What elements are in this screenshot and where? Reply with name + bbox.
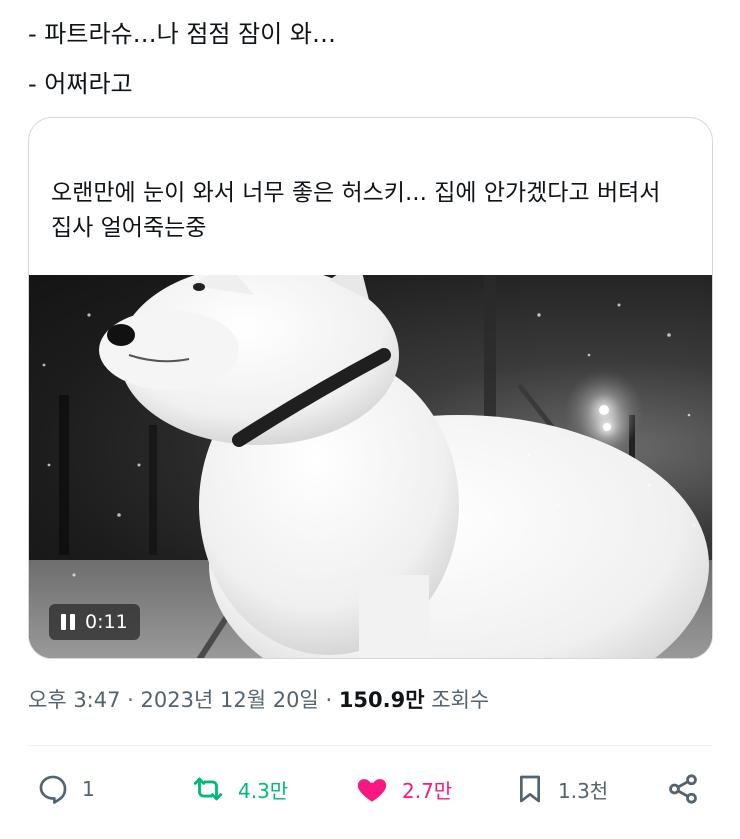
retweet-count: 4.3만 (238, 778, 289, 803)
tweet-line: - 어쩌라고 (28, 70, 133, 98)
bookmark-count: 1.3천 (558, 778, 609, 803)
tweet-date[interactable]: 2023년 12월 20일 (141, 688, 319, 712)
quoted-tweet-line: 오랜만에 눈이 와서 너무 좋은 허스키... 집에 안가겠다고 버텨서 (51, 180, 661, 206)
reply-button[interactable]: 1 (36, 766, 95, 812)
like-count: 2.7만 (402, 778, 453, 803)
bookmark-button[interactable]: 1.3천 (514, 766, 608, 812)
views-count: 150.9만 (338, 688, 425, 712)
tweet-text: - 파트라슈…나 점점 잠이 와… - 어쩌라고 (28, 16, 718, 102)
share-icon (669, 774, 697, 804)
views-label: 조회수 (431, 688, 490, 712)
tweet-meta: 오후 3:47 · 2023년 12월 20일 · 150.9만 조회수 (28, 684, 489, 714)
snow-dog-video-frame (29, 275, 712, 658)
retweet-icon (193, 777, 223, 801)
divider (28, 745, 713, 746)
tweet-time[interactable]: 오후 3:47 (28, 688, 120, 712)
tweet-line: - 파트라슈…나 점점 잠이 와… (28, 20, 336, 48)
pause-button[interactable]: 0:11 (49, 604, 140, 640)
reply-count: 1 (82, 777, 95, 801)
video-timestamp: 0:11 (85, 611, 128, 633)
video-player[interactable]: 0:11 (29, 275, 712, 658)
like-button[interactable]: 2.7만 (354, 766, 452, 812)
retweet-button[interactable]: 4.3만 (190, 766, 288, 812)
quoted-tweet-line: 집사 얼어죽는중 (51, 215, 207, 241)
quoted-tweet-card[interactable]: 오랜만에 눈이 와서 너무 좋은 허스키... 집에 안가겠다고 버텨서 집사 … (28, 117, 713, 659)
quoted-tweet-text: 오랜만에 눈이 와서 너무 좋은 허스키... 집에 안가겠다고 버텨서 집사 … (51, 176, 691, 246)
share-button[interactable] (666, 766, 700, 812)
reply-icon (39, 775, 67, 804)
heart-icon (357, 779, 387, 802)
bookmark-icon (520, 775, 540, 803)
meta-separator: · (325, 688, 333, 712)
action-bar: 1 4.3만 2.7만 1.3천 (28, 766, 713, 812)
meta-separator: · (127, 688, 134, 712)
pause-icon (61, 614, 75, 630)
